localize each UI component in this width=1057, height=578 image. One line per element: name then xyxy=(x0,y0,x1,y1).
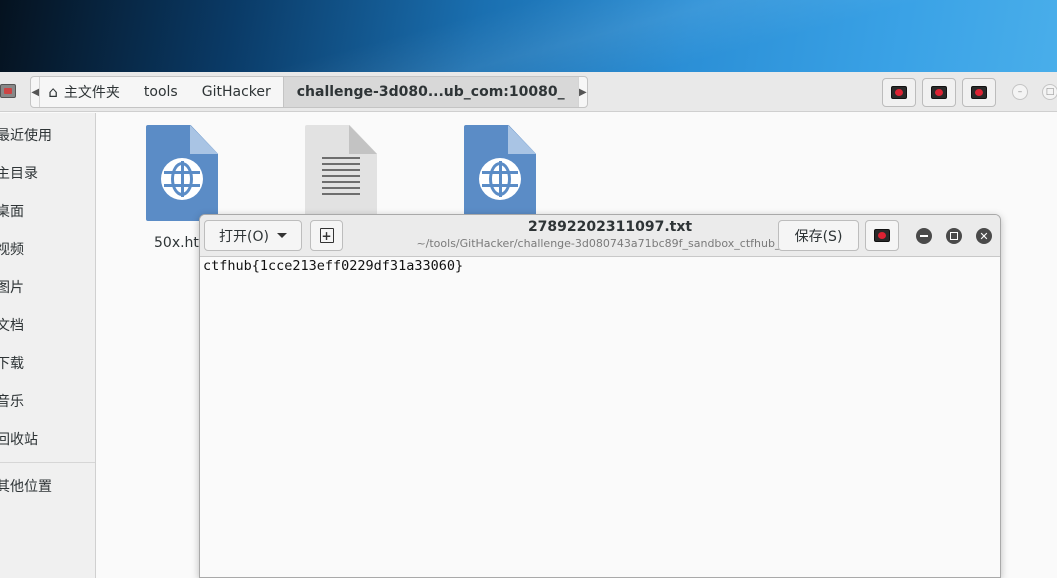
new-document-button[interactable]: + xyxy=(310,220,343,251)
text-file-icon xyxy=(305,125,377,221)
open-button-label: 打开(O) xyxy=(219,228,269,245)
sidebar-item-other-locations[interactable]: 其他位置 xyxy=(0,474,52,498)
sidebar: 最近使用 主目录 桌面 视频 图片 文档 下载 音乐 回收站 其他位置 xyxy=(0,113,96,578)
file-label: 50x.htr xyxy=(154,235,205,251)
sidebar-item-desktop[interactable]: 桌面 xyxy=(0,199,24,223)
pathbar-segment-home[interactable]: ⌂ 主文件夹 xyxy=(40,77,132,107)
pathbar-right-arrow-icon[interactable]: ▶ xyxy=(577,77,587,107)
pathbar-segment-label: 主文件夹 xyxy=(63,85,120,101)
minimize-icon[interactable]: – xyxy=(1012,84,1028,100)
editor-menu-button[interactable] xyxy=(865,220,899,251)
screen-icon xyxy=(891,86,907,99)
sidebar-item-music[interactable]: 音乐 xyxy=(0,389,24,413)
pathbar-segment-githacker[interactable]: GitHacker xyxy=(190,77,283,107)
pathbar-left-arrow-icon[interactable]: ◀ xyxy=(31,77,41,107)
close-icon[interactable]: ✕ xyxy=(976,228,992,244)
new-document-icon: + xyxy=(319,228,334,243)
sidebar-item-documents[interactable]: 文档 xyxy=(0,313,24,337)
screen-icon xyxy=(931,86,947,99)
maximize-icon[interactable]: □ xyxy=(1042,84,1057,100)
editor-headerbar: 打开(O) + 27892202311097.txt ~/tools/GitHa… xyxy=(200,215,1000,257)
home-icon: ⌂ xyxy=(48,83,58,101)
open-button[interactable]: 打开(O) xyxy=(204,220,302,251)
file-manager-header: ◀ ⌂ 主文件夹 tools GitHacker challenge-3d080… xyxy=(0,72,1057,112)
pathbar-segment-tools[interactable]: tools xyxy=(132,77,190,107)
desktop-wallpaper xyxy=(0,0,1057,72)
pathbar-segment-challenge[interactable]: challenge-3d080...ub_com:10080_ xyxy=(282,77,578,107)
screen-icon xyxy=(971,86,987,99)
header-button-3[interactable] xyxy=(962,78,996,107)
save-button[interactable]: 保存(S) xyxy=(778,220,859,251)
html-file-icon xyxy=(146,125,218,221)
maximize-icon[interactable] xyxy=(946,228,962,244)
minimize-icon[interactable] xyxy=(916,228,932,244)
editor-content[interactable]: ctfhub{1cce213eff0229df31a33060} xyxy=(203,258,463,274)
text-editor-window: 打开(O) + 27892202311097.txt ~/tools/GitHa… xyxy=(199,214,1001,578)
chevron-down-icon xyxy=(276,233,287,238)
pathbar: ◀ ⌂ 主文件夹 tools GitHacker challenge-3d080… xyxy=(30,76,588,108)
editor-text-area[interactable]: ctfhub{1cce213eff0229df31a33060} xyxy=(200,257,1000,577)
html-file-icon xyxy=(464,125,536,221)
sidebar-item-trash[interactable]: 回收站 xyxy=(0,427,38,451)
sidebar-item-pictures[interactable]: 图片 xyxy=(0,275,24,299)
save-button-label: 保存(S) xyxy=(794,228,843,245)
screen-icon xyxy=(874,229,890,242)
sidebar-item-recent[interactable]: 最近使用 xyxy=(0,123,52,147)
sidebar-divider xyxy=(0,462,95,463)
header-button-2[interactable] xyxy=(922,78,956,107)
sidebar-item-downloads[interactable]: 下载 xyxy=(0,351,24,375)
sidebar-item-videos[interactable]: 视频 xyxy=(0,237,24,261)
header-button-1[interactable] xyxy=(882,78,916,107)
app-icon[interactable] xyxy=(0,84,16,98)
sidebar-item-home[interactable]: 主目录 xyxy=(0,161,38,185)
